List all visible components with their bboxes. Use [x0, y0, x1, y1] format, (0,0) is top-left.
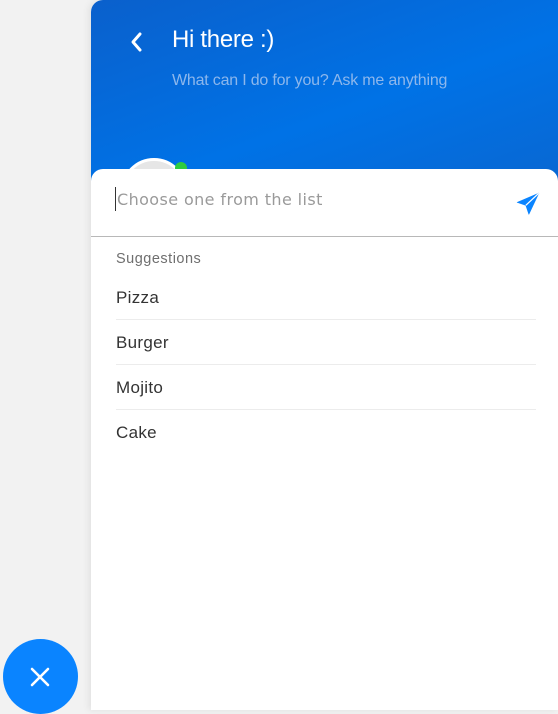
header-title: Hi there :) [172, 26, 275, 53]
suggestion-list: Pizza Burger Mojito Cake [116, 275, 536, 455]
send-button[interactable] [515, 191, 541, 217]
message-input[interactable] [115, 187, 495, 211]
back-button[interactable] [125, 30, 149, 54]
close-icon [30, 667, 50, 687]
chat-panel: Hi there :) What can I do for you? Ask m… [91, 0, 558, 710]
suggestion-item-pizza[interactable]: Pizza [116, 275, 536, 320]
composer-row [91, 169, 558, 237]
chevron-left-icon [131, 32, 142, 52]
composer-card: Suggestions Pizza Burger Mojito Cake [91, 169, 558, 710]
suggestion-item-mojito[interactable]: Mojito [116, 365, 536, 410]
suggestion-item-burger[interactable]: Burger [116, 320, 536, 365]
suggestion-item-cake[interactable]: Cake [116, 410, 536, 455]
close-chat-button[interactable] [3, 639, 78, 714]
suggestions-label: Suggestions [116, 251, 202, 267]
header-subtitle: What can I do for you? Ask me anything [172, 72, 448, 89]
send-icon [516, 192, 540, 215]
